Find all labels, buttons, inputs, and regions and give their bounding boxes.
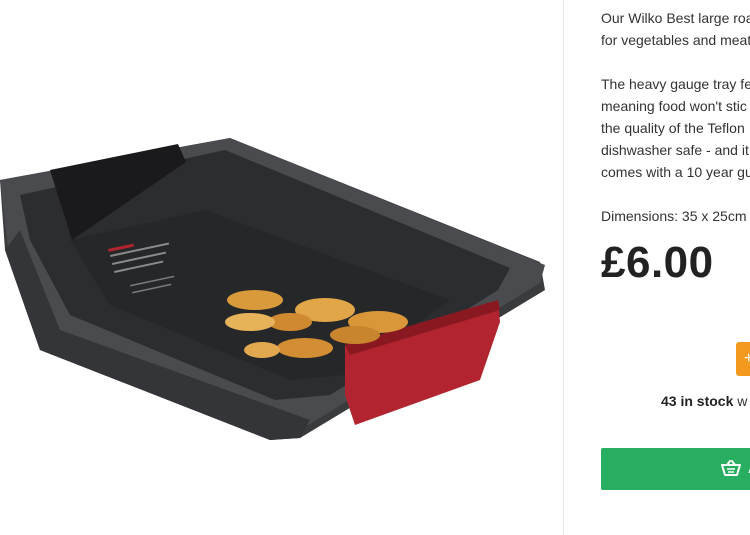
product-dimensions: Dimensions: 35 x 25cm — [601, 208, 747, 224]
stock-suffix: w — [733, 393, 748, 409]
description-line: for vegetables and meat — [601, 32, 750, 48]
product-image-pane — [0, 0, 564, 535]
stock-status: 43 in stock w — [661, 390, 747, 412]
product-price: £6.00 — [601, 238, 714, 287]
description-line: comes with a 10 year gu — [601, 164, 750, 180]
description-line: meaning food won't stic — [601, 98, 747, 114]
description-line: The heavy gauge tray fe — [601, 76, 750, 92]
product-image-roasting-tray[interactable] — [0, 0, 564, 535]
description-line: dishwasher safe - and it — [601, 142, 749, 158]
quantity-increase-button[interactable]: + — [736, 342, 750, 376]
add-to-basket-button[interactable]: A — [601, 448, 750, 490]
basket-icon — [721, 460, 741, 482]
product-details-panel: Our Wilko Best large roa for vegetables … — [601, 0, 750, 535]
description-line: the quality of the Teflon — [601, 120, 745, 136]
stock-count: 43 in stock — [661, 393, 734, 409]
description-line: Our Wilko Best large roa — [601, 10, 750, 26]
